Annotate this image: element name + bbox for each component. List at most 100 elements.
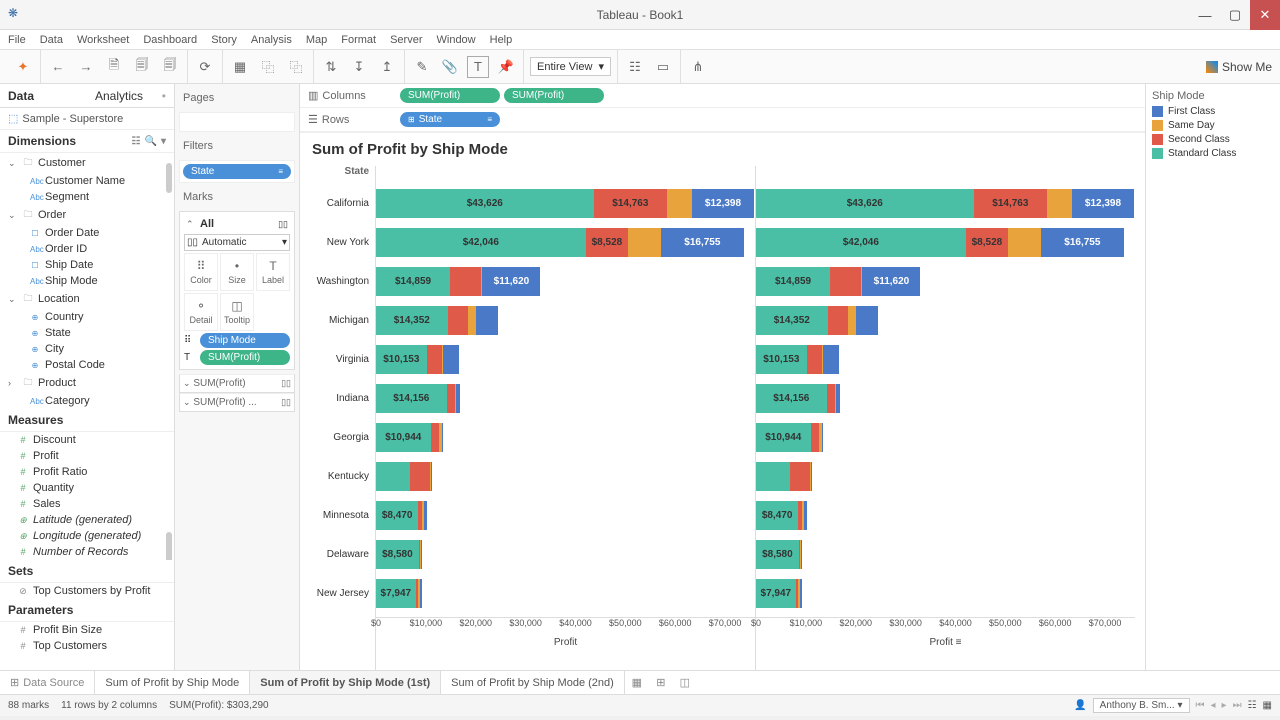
new-worksheet-button[interactable]: ▦	[229, 56, 251, 78]
menu-server[interactable]: Server	[390, 34, 422, 46]
bar-segment[interactable]: $16,755	[1041, 228, 1125, 257]
nav-prev-icon[interactable]: ◂	[1211, 700, 1216, 711]
bar-row[interactable]: $14,859$11,620	[376, 262, 755, 301]
bar-segment[interactable]: $43,626	[756, 189, 974, 218]
bar-segment[interactable]: $10,944	[376, 423, 431, 452]
bar-row[interactable]: $14,352	[376, 301, 755, 340]
swap-button[interactable]: ⇅	[320, 56, 342, 78]
bar-row[interactable]: $8,580	[376, 535, 755, 574]
bar-segment[interactable]	[431, 462, 432, 491]
menu-story[interactable]: Story	[211, 34, 237, 46]
fit-selector[interactable]: Entire View▾	[530, 57, 611, 76]
dim-customer-name[interactable]: AbcCustomer Name	[0, 173, 174, 189]
bar-segment[interactable]	[447, 384, 455, 413]
bar-segment[interactable]	[420, 579, 422, 608]
bar-row[interactable]: $14,156	[756, 379, 1135, 418]
bar-row[interactable]: $7,947	[376, 574, 755, 613]
measure-discount[interactable]: #Discount	[0, 432, 174, 448]
bar-segment[interactable]	[1047, 189, 1072, 218]
menu-icon[interactable]: ▾	[161, 136, 166, 147]
save-button[interactable]: 🗎	[103, 56, 125, 78]
bar-segment[interactable]	[823, 345, 839, 374]
dim-order-date[interactable]: ☐Order Date	[0, 225, 174, 241]
bar-segment[interactable]: $8,580	[376, 540, 419, 569]
set-item[interactable]: ⊘Top Customers by Profit	[0, 583, 174, 599]
bar-segment[interactable]	[1008, 228, 1040, 257]
search-icon[interactable]: 🔍	[145, 136, 157, 147]
legend-item[interactable]: Standard Class	[1152, 148, 1274, 159]
bar-segment[interactable]: $14,859	[756, 267, 830, 296]
state-label[interactable]: Virginia	[310, 340, 375, 379]
state-label[interactable]: Minnesota	[310, 496, 375, 535]
menu-worksheet[interactable]: Worksheet	[77, 34, 129, 46]
param-item[interactable]: #Top Customers	[0, 638, 174, 654]
minimize-button[interactable]: —	[1190, 0, 1220, 30]
autosave-button[interactable]: 🗐	[159, 56, 181, 78]
bar-segment[interactable]: $8,580	[756, 540, 799, 569]
bar-segment[interactable]: $14,352	[756, 306, 828, 335]
bar-row[interactable]: $43,626$14,763$12,398	[376, 184, 755, 223]
legend-item[interactable]: Second Class	[1152, 134, 1274, 145]
bar-row[interactable]: $10,944	[376, 418, 755, 457]
bar-segment[interactable]	[628, 228, 660, 257]
datasource-item[interactable]: ⬚ Sample - Superstore	[0, 108, 174, 130]
dim-ship-mode[interactable]: AbcShip Mode	[0, 273, 174, 289]
bar-segment[interactable]: $11,620	[862, 267, 920, 296]
menu-help[interactable]: Help	[490, 34, 513, 46]
filter-pill-state[interactable]: State≡	[183, 164, 291, 179]
marks-collapsed-row[interactable]: ⌄ SUM(Profit)▯▯	[179, 374, 295, 393]
bar-row[interactable]: $42,046$8,528$16,755	[376, 223, 755, 262]
duplicate-button[interactable]: ⿻	[257, 56, 279, 78]
dim-location[interactable]: ⌄🗀Location	[0, 289, 174, 309]
bar-row[interactable]: $10,153	[756, 340, 1135, 379]
measure-sales[interactable]: #Sales	[0, 496, 174, 512]
bar-segment[interactable]: $10,153	[376, 345, 427, 374]
dim-customer[interactable]: ⌄🗀Customer	[0, 153, 174, 173]
bar-segment[interactable]	[376, 462, 410, 491]
bar-segment[interactable]: $43,626	[376, 189, 594, 218]
bar-segment[interactable]	[427, 345, 442, 374]
menu-analysis[interactable]: Analysis	[251, 34, 292, 46]
sheet-tab[interactable]: Sum of Profit by Ship Mode	[95, 671, 250, 694]
marks-pill[interactable]: SUM(Profit)	[200, 350, 290, 365]
state-label[interactable]: Georgia	[310, 418, 375, 457]
bar-row[interactable]: $7,947	[756, 574, 1135, 613]
bar-segment[interactable]: $10,944	[756, 423, 811, 452]
share-button[interactable]: ⋔	[687, 56, 709, 78]
state-label[interactable]: Indiana	[310, 379, 375, 418]
menu-map[interactable]: Map	[306, 34, 327, 46]
user-dropdown[interactable]: Anthony B. Sm... ▾	[1093, 698, 1190, 713]
bar-segment[interactable]	[421, 540, 422, 569]
bar-segment[interactable]	[822, 423, 823, 452]
bar-segment[interactable]	[431, 423, 439, 452]
bar-segment[interactable]: $16,755	[661, 228, 745, 257]
bar-segment[interactable]	[468, 306, 476, 335]
sheet-tab[interactable]: Sum of Profit by Ship Mode (1st)	[250, 671, 441, 694]
column-pill[interactable]: SUM(Profit)	[504, 88, 604, 103]
dim-order-id[interactable]: AbcOrder ID	[0, 241, 174, 257]
bar-segment[interactable]	[848, 306, 856, 335]
bar-segment[interactable]: $14,156	[756, 384, 827, 413]
measure-profit-ratio[interactable]: #Profit Ratio	[0, 464, 174, 480]
highlight-button[interactable]: ✎	[411, 56, 433, 78]
menu-file[interactable]: File	[8, 34, 26, 46]
measure-number-of-records[interactable]: #Number of Records	[0, 544, 174, 560]
legend-item[interactable]: First Class	[1152, 106, 1274, 117]
bar-row[interactable]: $14,156	[376, 379, 755, 418]
new-sheet-button[interactable]: ▦	[625, 676, 649, 689]
param-item[interactable]: #Profit Bin Size	[0, 622, 174, 638]
dim-country[interactable]: ⊕Country	[0, 309, 174, 325]
cards-button[interactable]: ☷	[624, 56, 646, 78]
menu-dashboard[interactable]: Dashboard	[143, 34, 197, 46]
bar-segment[interactable]	[667, 189, 692, 218]
labels-button[interactable]: T	[467, 56, 489, 78]
column-pill[interactable]: SUM(Profit)	[400, 88, 500, 103]
bar-segment[interactable]	[800, 579, 802, 608]
dim-segment[interactable]: AbcSegment	[0, 189, 174, 205]
new-datasource-button[interactable]: 🗐	[131, 56, 153, 78]
bar-segment[interactable]	[424, 501, 427, 530]
bar-segment[interactable]	[807, 345, 822, 374]
marks-color[interactable]: ⠿Color	[184, 253, 218, 291]
pin-button[interactable]: 📌	[495, 56, 517, 78]
sort-desc-button[interactable]: ↥	[376, 56, 398, 78]
